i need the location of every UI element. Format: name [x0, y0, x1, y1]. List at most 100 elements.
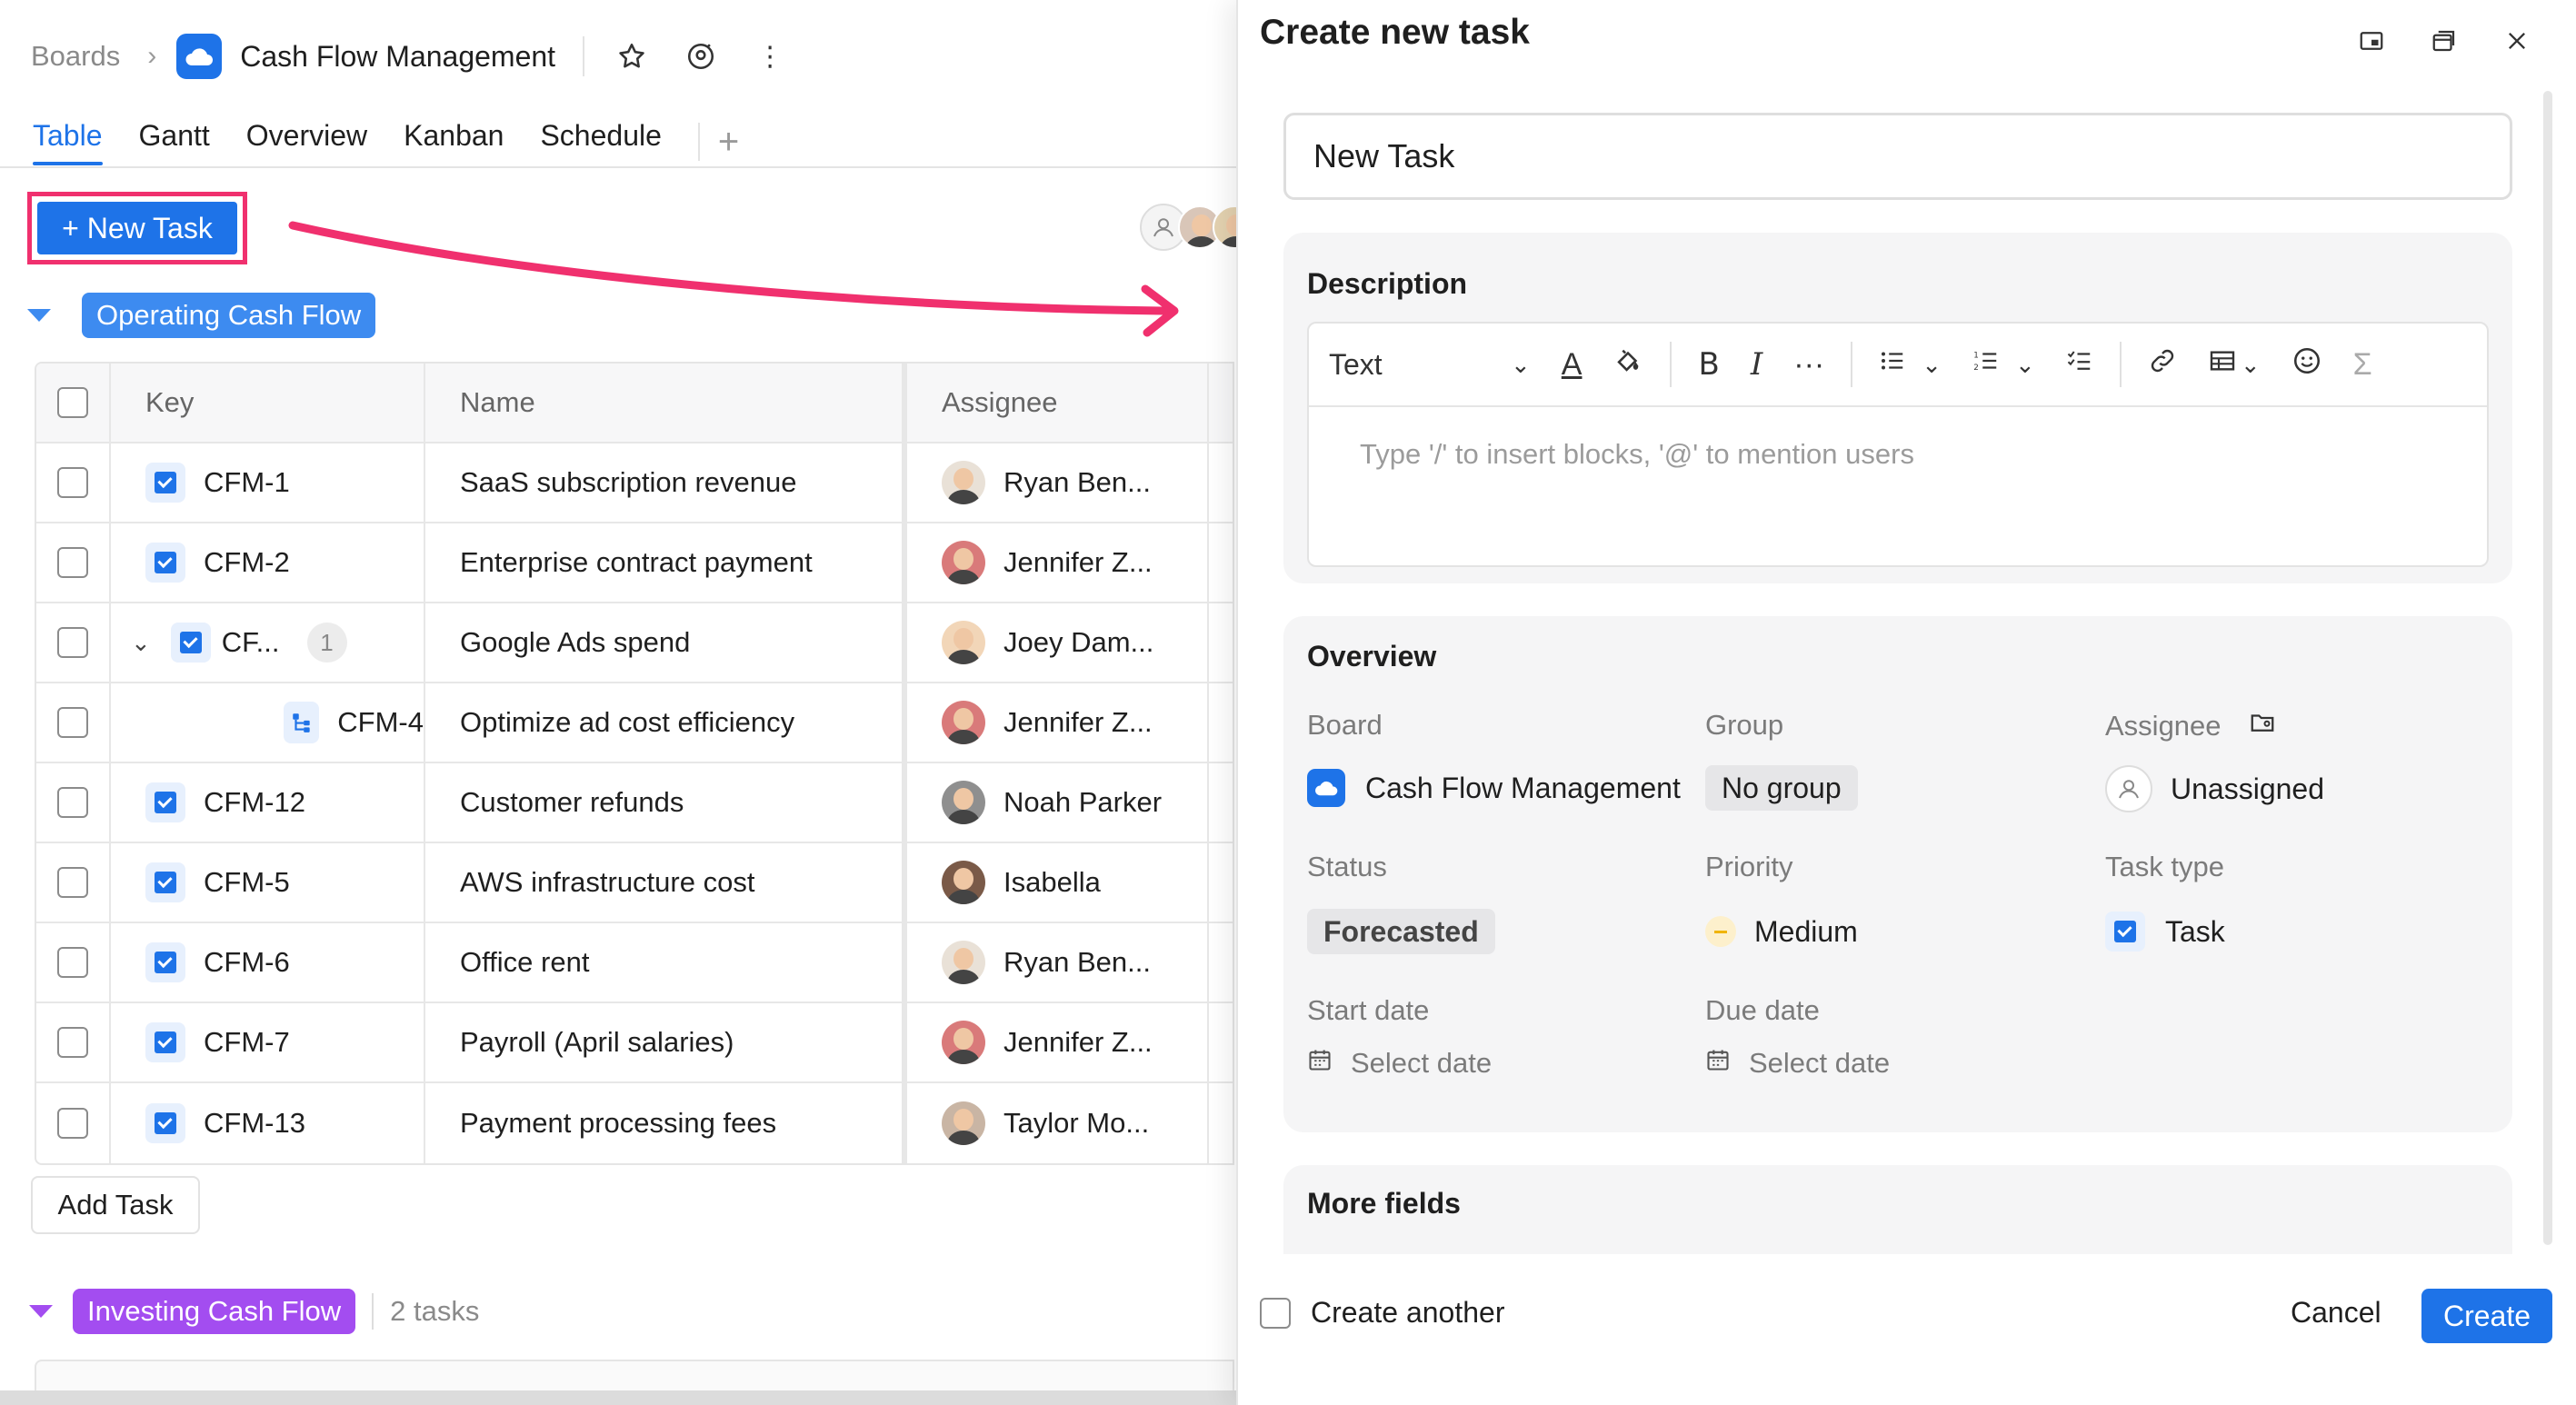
group-field[interactable]: No group	[1705, 765, 1858, 811]
panel-scrollbar[interactable]	[2543, 91, 2552, 1245]
table-icon[interactable]	[2208, 346, 2237, 384]
add-view-icon[interactable]: +	[718, 123, 739, 161]
row-checkbox[interactable]	[57, 707, 88, 738]
task-name-input[interactable]: New Task	[1283, 113, 2512, 200]
group-label-investing[interactable]: Investing Cash Flow	[73, 1289, 356, 1334]
formula-icon[interactable]: Σ	[2353, 347, 2372, 383]
chevron-down-icon[interactable]: ⌄	[131, 629, 151, 657]
caret-down-icon[interactable]	[29, 1305, 53, 1318]
row-checkbox[interactable]	[57, 627, 88, 658]
side-panel-icon[interactable]	[2351, 20, 2392, 62]
tab-table[interactable]: Table	[33, 116, 103, 167]
task-name[interactable]: Enterprise contract payment	[425, 523, 907, 602]
assignee-cell[interactable]: Jennifer Z...	[907, 1003, 1209, 1081]
task-name[interactable]: Payroll (April salaries)	[425, 1003, 907, 1081]
row-checkbox[interactable]	[57, 867, 88, 898]
board-field[interactable]: Cash Flow Management	[1307, 769, 1681, 807]
task-name[interactable]: SaaS subscription revenue	[425, 443, 907, 522]
row-checkbox[interactable]	[57, 947, 88, 978]
emoji-icon[interactable]	[2291, 345, 2322, 384]
checklist-icon[interactable]	[2066, 347, 2093, 383]
select-all-checkbox[interactable]	[57, 387, 88, 418]
task-type-field[interactable]: Task	[2105, 909, 2225, 954]
task-key[interactable]: CF...	[222, 626, 280, 659]
table-row[interactable]: CFM-12 Customer refunds Noah Parker	[36, 763, 1233, 843]
assignee-cell[interactable]: Jennifer Z...	[907, 523, 1209, 602]
task-name[interactable]: Payment processing fees	[425, 1083, 907, 1163]
row-checkbox[interactable]	[57, 1027, 88, 1058]
table-row[interactable]: CFM-2 Enterprise contract payment Jennif…	[36, 523, 1233, 603]
chevron-down-icon[interactable]: ⌄	[2015, 351, 2035, 379]
chevron-down-icon[interactable]: ⌄	[1922, 351, 1942, 379]
assignee-cell[interactable]: Noah Parker	[907, 763, 1209, 842]
more-format-icon[interactable]: ···	[1793, 347, 1824, 383]
task-key[interactable]: CFM-7	[204, 1026, 290, 1059]
watch-icon[interactable]	[681, 36, 721, 76]
table-row[interactable]: CFM-1 SaaS subscription revenue Ryan Ben…	[36, 443, 1233, 523]
text-color-icon[interactable]: A	[1562, 347, 1583, 383]
row-checkbox[interactable]	[57, 467, 88, 498]
row-checkbox[interactable]	[57, 1108, 88, 1139]
assignee-cell[interactable]: Taylor Mo...	[907, 1083, 1209, 1163]
task-name[interactable]: Optimize ad cost efficiency	[425, 683, 907, 762]
create-button[interactable]: Create	[2421, 1289, 2552, 1343]
task-key[interactable]: CFM-5	[204, 866, 290, 899]
numbered-list-icon[interactable]: 12	[1972, 347, 2000, 383]
assignee-cell[interactable]: Joey Dam...	[907, 603, 1209, 682]
tab-overview[interactable]: Overview	[246, 116, 367, 167]
row-checkbox[interactable]	[57, 547, 88, 578]
caret-down-icon[interactable]	[27, 309, 51, 322]
tab-schedule[interactable]: Schedule	[540, 116, 661, 167]
horizontal-scrollbar[interactable]	[0, 1390, 1236, 1405]
chevron-down-icon[interactable]: ⌄	[1511, 351, 1531, 379]
table-row[interactable]: ⌄ CF... 1 Google Ads spend Joey Dam...	[36, 603, 1233, 683]
header-key[interactable]: Key	[111, 364, 425, 442]
table-row[interactable]: CFM-4 Optimize ad cost efficiency Jennif…	[36, 683, 1233, 763]
assignee-cell[interactable]: Jennifer Z...	[907, 683, 1209, 762]
close-icon[interactable]	[2496, 20, 2538, 62]
cancel-button[interactable]: Cancel	[2291, 1296, 2381, 1330]
row-checkbox[interactable]	[57, 787, 88, 818]
priority-field[interactable]: Medium	[1705, 909, 1858, 954]
task-key[interactable]: CFM-4	[337, 706, 424, 739]
star-icon[interactable]	[612, 36, 652, 76]
due-date-field[interactable]: Select date	[1705, 1047, 1890, 1080]
create-another-option[interactable]: Create another	[1260, 1296, 1504, 1330]
task-name[interactable]: Customer refunds	[425, 763, 907, 842]
task-key[interactable]: CFM-1	[204, 466, 290, 499]
assignee-field[interactable]: Unassigned	[2105, 765, 2324, 812]
table-row[interactable]: CFM-5 AWS infrastructure cost Isabella	[36, 843, 1233, 923]
assignee-cell[interactable]: Ryan Ben...	[907, 923, 1209, 1001]
bold-icon[interactable]: B	[1698, 346, 1719, 383]
task-name[interactable]: AWS infrastructure cost	[425, 843, 907, 922]
new-task-button[interactable]: + New Task	[37, 202, 237, 254]
folder-user-icon[interactable]	[2249, 709, 2276, 743]
breadcrumb-boards[interactable]: Boards	[31, 40, 120, 73]
create-another-checkbox[interactable]	[1260, 1297, 1291, 1329]
tab-kanban[interactable]: Kanban	[404, 116, 504, 167]
add-task-button[interactable]: Add Task	[31, 1176, 200, 1234]
start-date-field[interactable]: Select date	[1307, 1047, 1492, 1080]
status-field[interactable]: Forecasted	[1307, 909, 1495, 954]
task-key[interactable]: CFM-6	[204, 946, 290, 979]
header-assignee[interactable]: Assignee	[907, 364, 1209, 442]
assignee-cell[interactable]: Ryan Ben...	[907, 443, 1209, 522]
task-key[interactable]: CFM-2	[204, 546, 290, 579]
task-name[interactable]: Office rent	[425, 923, 907, 1001]
table-row[interactable]: CFM-7 Payroll (April salaries) Jennifer …	[36, 1003, 1233, 1083]
text-style-select[interactable]: Text	[1329, 348, 1511, 382]
bullet-list-icon[interactable]	[1879, 347, 1906, 383]
chevron-down-icon[interactable]: ⌄	[2241, 351, 2261, 379]
header-name[interactable]: Name	[425, 364, 907, 442]
link-icon[interactable]	[2148, 346, 2177, 384]
highlight-icon[interactable]	[1612, 345, 1643, 384]
table-row[interactable]: CFM-13 Payment processing fees Taylor Mo…	[36, 1083, 1233, 1163]
task-key[interactable]: CFM-12	[204, 786, 305, 819]
assignee-cell[interactable]: Isabella	[907, 843, 1209, 922]
task-name[interactable]: Google Ads spend	[425, 603, 907, 682]
task-key[interactable]: CFM-13	[204, 1107, 305, 1140]
window-icon[interactable]	[2423, 20, 2465, 62]
italic-icon[interactable]: I	[1751, 346, 1762, 383]
more-fields-section[interactable]: More fields	[1283, 1165, 2512, 1256]
tab-gantt[interactable]: Gantt	[139, 116, 210, 167]
